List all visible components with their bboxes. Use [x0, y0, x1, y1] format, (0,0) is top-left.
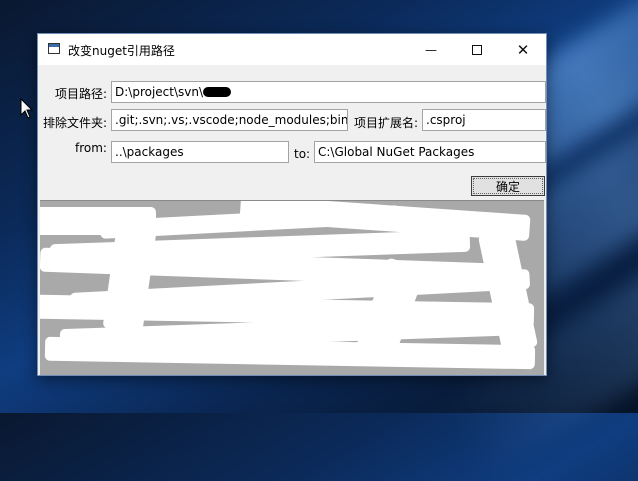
- from-label: from:: [75, 141, 107, 155]
- mouse-pointer-icon: [20, 98, 34, 119]
- app-window-icon: [48, 43, 60, 54]
- minimize-icon: —: [425, 42, 437, 57]
- project-path-label: 项目路径:: [55, 87, 108, 101]
- minimize-button[interactable]: —: [408, 34, 454, 65]
- redaction-mark: [203, 87, 232, 97]
- maximize-icon: [472, 44, 482, 55]
- output-log-area[interactable]: [40, 200, 544, 375]
- exclude-folders-input[interactable]: .git;.svn;.vs;.vscode;node_modules;bin;o…: [111, 109, 348, 131]
- close-button[interactable]: ✕: [500, 34, 546, 65]
- from-value: ..\packages: [115, 145, 184, 159]
- project-path-value: D:\project\svn\: [115, 85, 204, 99]
- maximize-button[interactable]: [454, 34, 500, 65]
- to-value: C:\Global NuGet Packages: [318, 145, 475, 159]
- ok-button[interactable]: 确定: [471, 176, 545, 196]
- project-ext-input[interactable]: .csproj: [422, 109, 546, 131]
- to-label: to:: [294, 147, 311, 161]
- close-icon: ✕: [516, 40, 530, 59]
- project-ext-value: .csproj: [426, 113, 466, 127]
- project-ext-label: 项目扩展名:: [354, 116, 419, 130]
- title-bar[interactable]: 改变nuget引用路径 — ✕: [38, 34, 546, 65]
- from-input[interactable]: ..\packages: [111, 141, 289, 163]
- exclude-folders-label: 排除文件夹:: [43, 116, 108, 130]
- project-path-input[interactable]: D:\project\svn\: [111, 81, 546, 103]
- window-title: 改变nuget引用路径: [68, 44, 175, 58]
- redaction-scribble: [44, 336, 536, 370]
- exclude-folders-value: .git;.svn;.vs;.vscode;node_modules;bin;o…: [115, 113, 348, 127]
- to-input[interactable]: C:\Global NuGet Packages: [314, 141, 546, 163]
- app-window: 改变nuget引用路径 — ✕ 项目路径: D:\project\svn\ 排除…: [37, 33, 547, 376]
